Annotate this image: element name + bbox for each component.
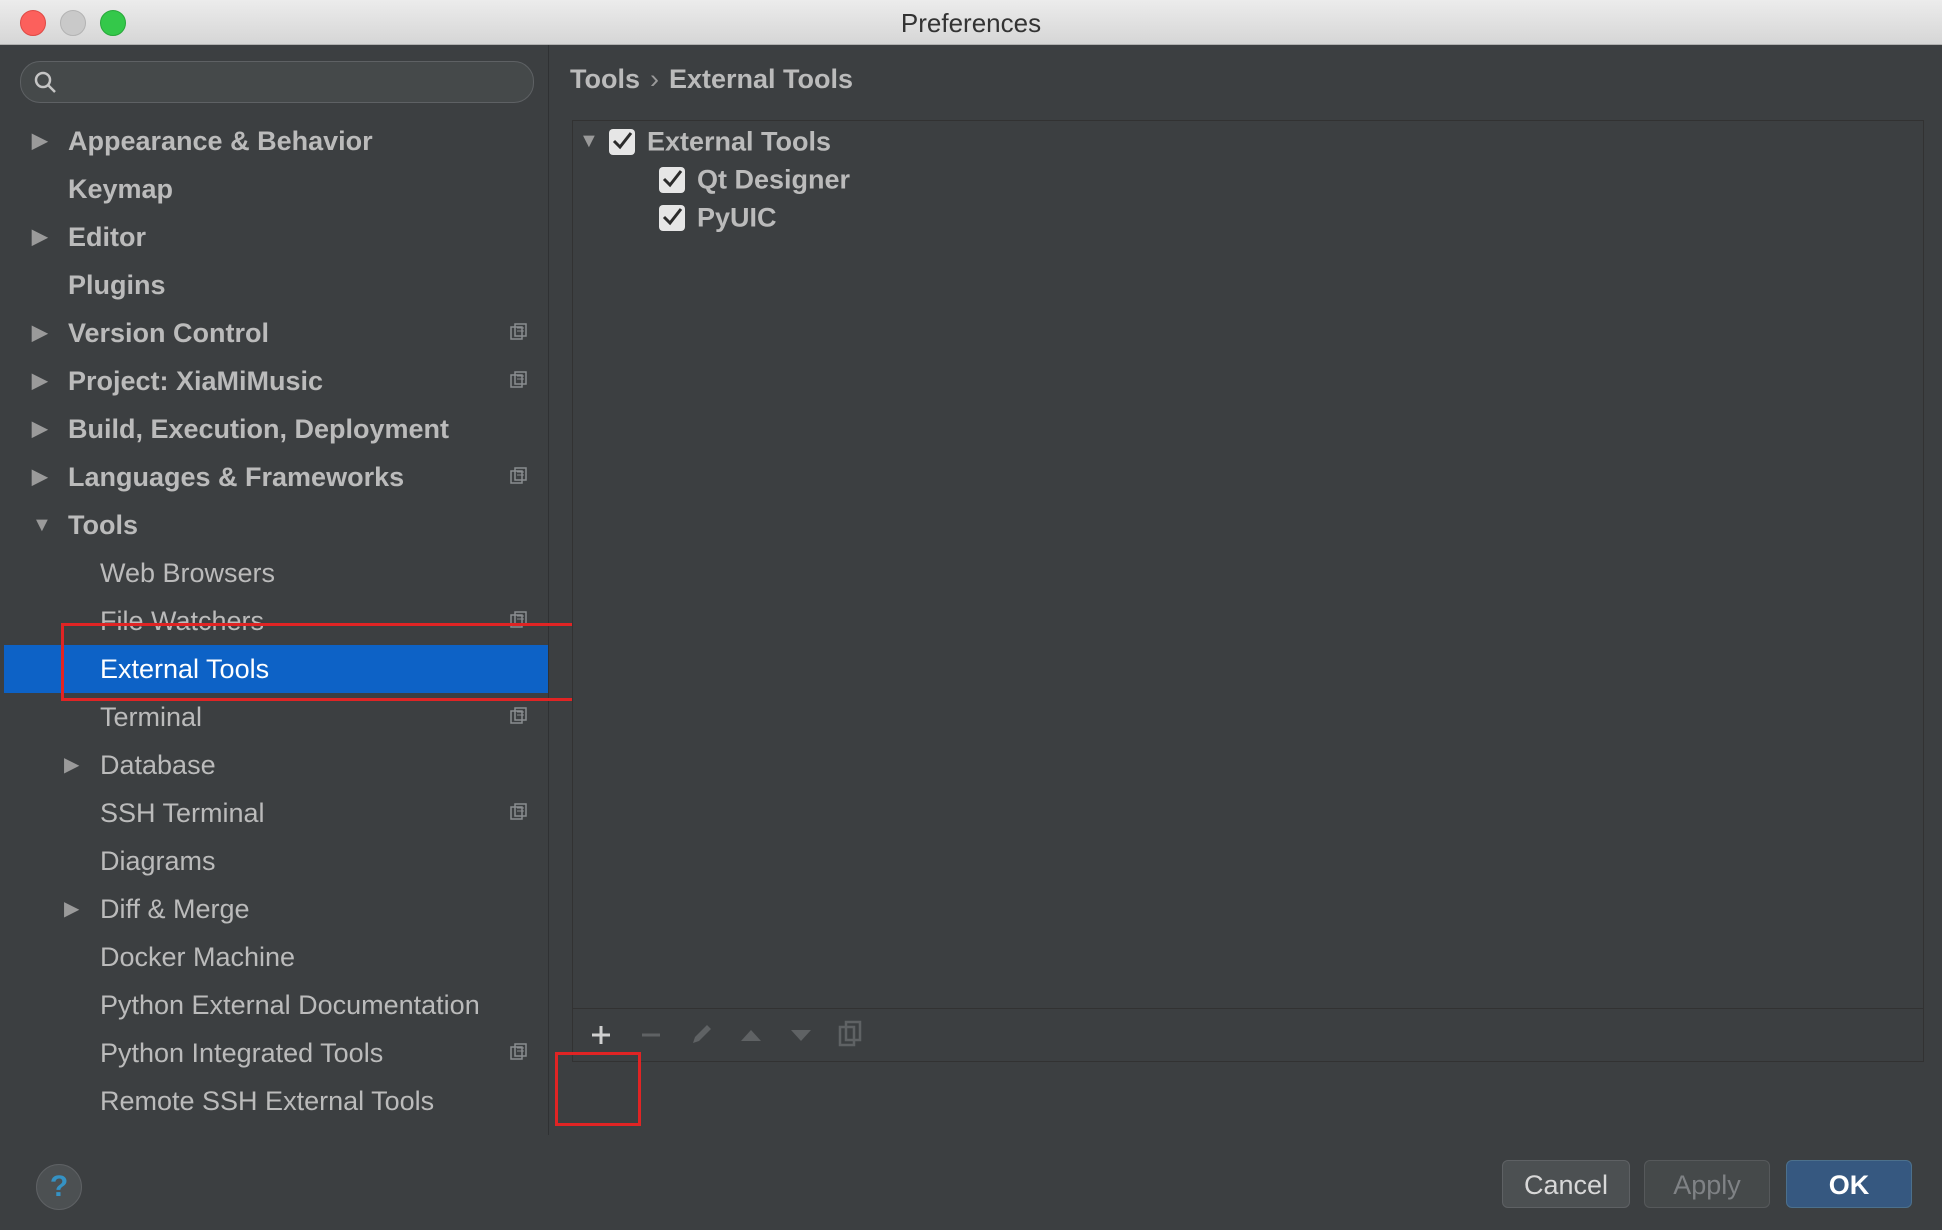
- tool-row-qt-designer[interactable]: Qt Designer: [659, 163, 850, 199]
- collapse-arrow-icon[interactable]: ▼: [579, 130, 609, 153]
- collapse-arrow-icon[interactable]: ▼: [32, 501, 52, 549]
- sidebar-item-python-external-documentation[interactable]: Python External Documentation: [4, 981, 548, 1029]
- sidebar-item-label: SSH Terminal: [100, 798, 265, 828]
- edit-icon[interactable]: [683, 1017, 719, 1053]
- sidebar-item-label: Docker Machine: [100, 942, 296, 972]
- sidebar-item-label: Tools: [68, 510, 138, 540]
- expand-arrow-icon[interactable]: ▶: [32, 405, 47, 453]
- expand-arrow-icon[interactable]: ▶: [32, 309, 47, 357]
- project-settings-icon: [510, 467, 527, 484]
- sidebar-item-label: Build, Execution, Deployment: [68, 414, 450, 444]
- project-settings-icon: [510, 371, 527, 388]
- tool-checkbox[interactable]: [659, 166, 685, 193]
- breadcrumb-separator: ›: [650, 64, 659, 94]
- remove-icon[interactable]: [633, 1017, 669, 1053]
- expand-arrow-icon[interactable]: ▶: [32, 213, 47, 261]
- expand-arrow-icon[interactable]: ▶: [64, 885, 79, 933]
- sidebar-item-ssh-terminal[interactable]: SSH Terminal: [4, 789, 548, 837]
- project-settings-icon: [510, 803, 527, 820]
- expand-arrow-icon[interactable]: ▶: [32, 357, 47, 405]
- tool-label: Qt Designer: [697, 164, 851, 195]
- move-up-icon[interactable]: [733, 1017, 769, 1053]
- sidebar-item-label: Database: [100, 750, 216, 780]
- highlight-box-add-button: [555, 1052, 641, 1126]
- sidebar-item-diff-merge[interactable]: ▶ Diff & Merge: [4, 885, 548, 933]
- sidebar-item-label: Diagrams: [100, 846, 216, 876]
- ok-button[interactable]: OK: [1786, 1160, 1912, 1208]
- sidebar-item-label: Appearance & Behavior: [68, 126, 373, 156]
- add-icon[interactable]: [583, 1017, 619, 1053]
- tool-label: PyUIC: [697, 202, 777, 233]
- sidebar-item-build-execution-deployment[interactable]: ▶ Build, Execution, Deployment: [4, 405, 548, 453]
- settings-tree: ▶ Appearance & Behavior Keymap ▶ Editor …: [4, 117, 548, 1125]
- project-settings-icon: [510, 323, 527, 340]
- sidebar-item-label: Plugins: [68, 270, 166, 300]
- preferences-window: Preferences ▶ Appearance & Behavior Keym…: [0, 0, 1942, 1230]
- settings-search-field[interactable]: [20, 61, 534, 103]
- sidebar-item-label: Project: XiaMiMusic: [68, 366, 324, 396]
- sidebar-item-label: Web Browsers: [100, 558, 276, 588]
- sidebar-item-label: Keymap: [68, 174, 174, 204]
- sidebar-item-label: Editor: [68, 222, 146, 252]
- sidebar-item-diagrams[interactable]: Diagrams: [4, 837, 548, 885]
- sidebar-item-version-control[interactable]: ▶ Version Control: [4, 309, 548, 357]
- settings-sidebar: ▶ Appearance & Behavior Keymap ▶ Editor …: [4, 45, 549, 1135]
- expand-arrow-icon[interactable]: ▶: [64, 741, 79, 789]
- project-settings-icon: [510, 707, 527, 724]
- sidebar-item-database[interactable]: ▶ Database: [4, 741, 548, 789]
- highlight-box-external-tools: [61, 623, 595, 701]
- sidebar-item-remote-ssh-external-tools[interactable]: Remote SSH External Tools: [4, 1077, 548, 1125]
- sidebar-item-label: Languages & Frameworks: [68, 462, 405, 492]
- sidebar-item-languages-frameworks[interactable]: ▶ Languages & Frameworks: [4, 453, 548, 501]
- sidebar-item-editor[interactable]: ▶ Editor: [4, 213, 548, 261]
- window-title: Preferences: [900, 8, 1042, 38]
- tools-toolbar: [573, 1008, 1923, 1061]
- sidebar-item-project[interactable]: ▶ Project: XiaMiMusic: [4, 357, 548, 405]
- sidebar-item-web-browsers[interactable]: Web Browsers: [4, 549, 548, 597]
- project-settings-icon: [510, 1043, 527, 1060]
- sidebar-item-label: Python External Documentation: [100, 990, 480, 1020]
- title-bar: Preferences: [0, 0, 1942, 45]
- help-button[interactable]: ?: [36, 1164, 82, 1210]
- external-tools-panel: ▼ External Tools Qt Designer PyUIC: [572, 120, 1924, 1062]
- copy-icon[interactable]: [833, 1017, 869, 1053]
- tool-group-label: External Tools: [647, 126, 832, 157]
- sidebar-item-plugins[interactable]: Plugins: [4, 261, 548, 309]
- tool-group-checkbox[interactable]: [609, 128, 635, 155]
- expand-arrow-icon[interactable]: ▶: [32, 453, 47, 501]
- sidebar-item-label: Version Control: [68, 318, 270, 348]
- tool-checkbox[interactable]: [659, 204, 685, 231]
- expand-arrow-icon[interactable]: ▶: [32, 117, 47, 165]
- search-icon: [34, 71, 56, 93]
- sidebar-item-keymap[interactable]: Keymap: [4, 165, 548, 213]
- sidebar-item-label: Python Integrated Tools: [100, 1038, 384, 1068]
- sidebar-item-appearance-behavior[interactable]: ▶ Appearance & Behavior: [4, 117, 548, 165]
- apply-button[interactable]: Apply: [1644, 1160, 1770, 1208]
- breadcrumb-parent[interactable]: Tools: [570, 64, 640, 94]
- sidebar-item-docker-machine[interactable]: Docker Machine: [4, 933, 548, 981]
- move-down-icon[interactable]: [783, 1017, 819, 1053]
- sidebar-item-label: Remote SSH External Tools: [100, 1086, 435, 1116]
- breadcrumb: Tools › External Tools: [570, 64, 853, 95]
- breadcrumb-current: External Tools: [669, 64, 854, 94]
- tool-row-pyuic[interactable]: PyUIC: [659, 201, 777, 237]
- sidebar-item-tools[interactable]: ▼ Tools: [4, 501, 548, 549]
- tool-group-row[interactable]: ▼ External Tools: [579, 125, 831, 161]
- cancel-button[interactable]: Cancel: [1502, 1160, 1630, 1208]
- sidebar-item-python-integrated-tools[interactable]: Python Integrated Tools: [4, 1029, 548, 1077]
- sidebar-item-label: Diff & Merge: [100, 894, 250, 924]
